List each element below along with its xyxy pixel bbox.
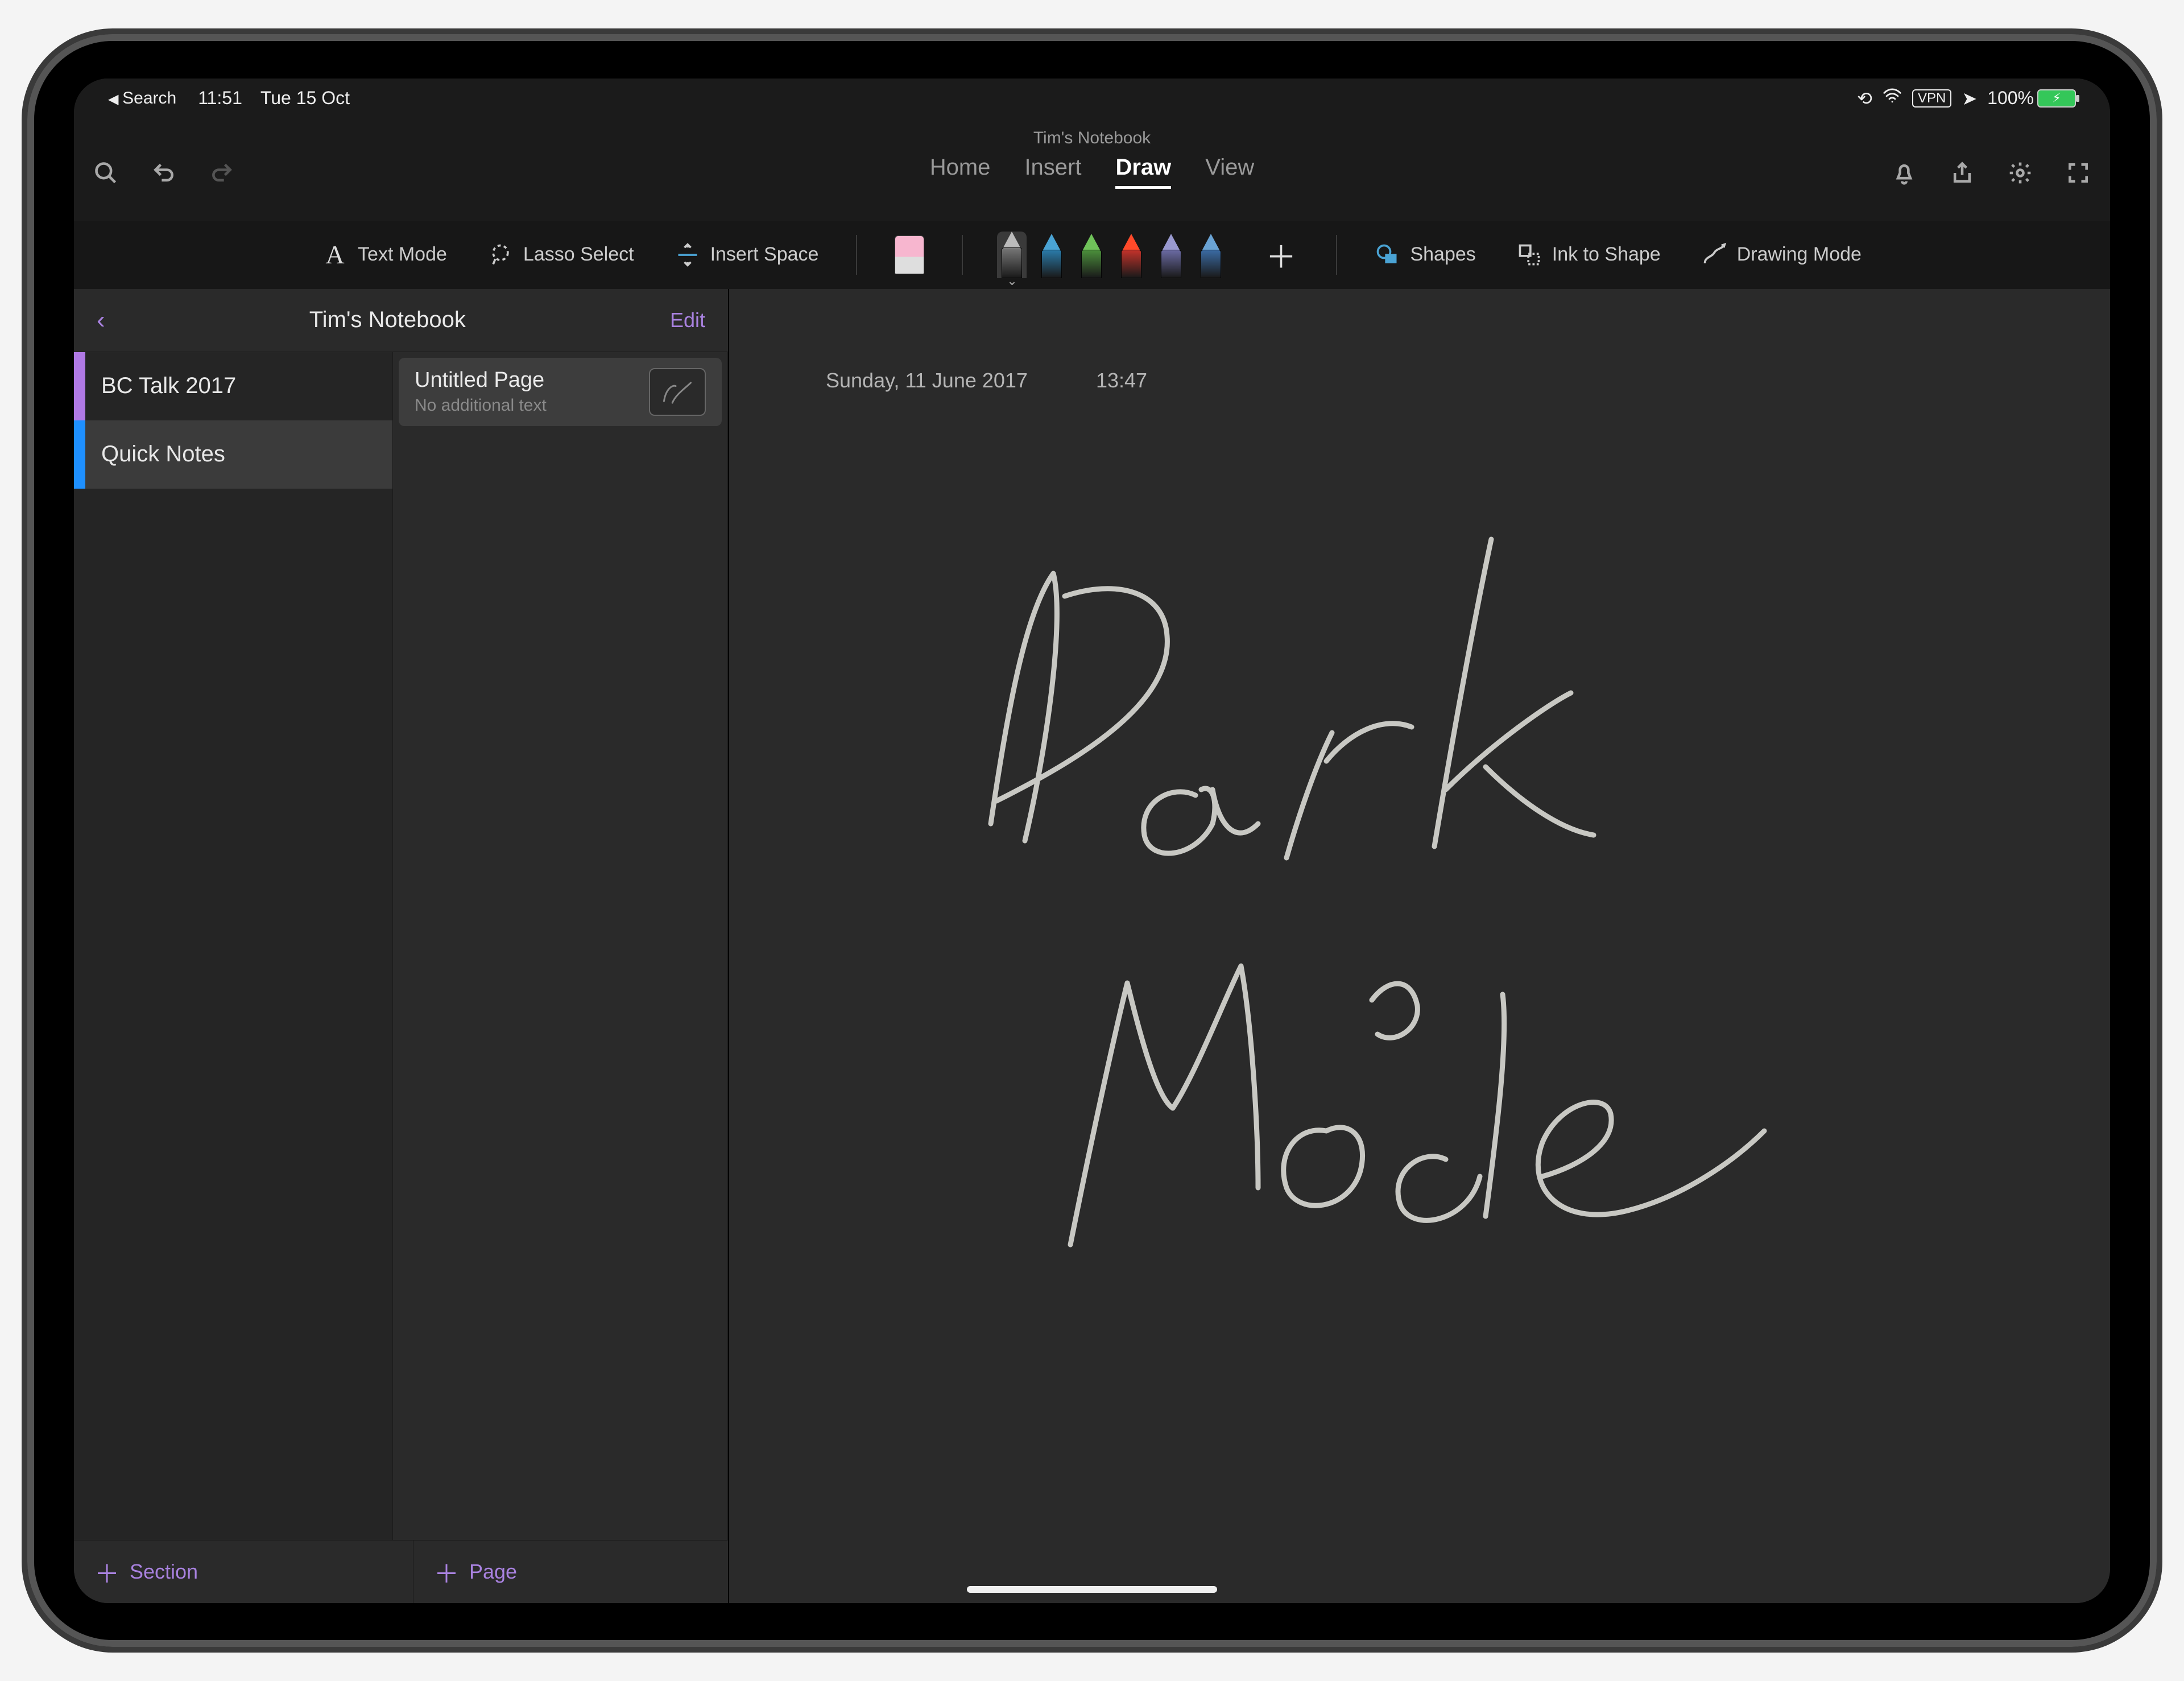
app-header: Tim's Notebook bbox=[74, 118, 2110, 221]
canvas-date: Sunday, 11 June 2017 bbox=[826, 369, 1028, 393]
sidebar-header: ‹ Tim's Notebook Edit bbox=[74, 289, 728, 352]
plus-icon: ＋ bbox=[94, 1554, 119, 1590]
ipad-frame: Search 11:51 Tue 15 Oct ⟲ VPN ➤ 100% ⚡︎ bbox=[27, 34, 2157, 1647]
pen-5[interactable] bbox=[1156, 234, 1186, 278]
drawing-mode-label: Drawing Mode bbox=[1737, 243, 1862, 266]
canvas[interactable]: Sunday, 11 June 2017 13:47 bbox=[728, 289, 2110, 1603]
ink-to-shape-button[interactable]: Ink to Shape bbox=[1508, 237, 1670, 273]
home-indicator[interactable] bbox=[967, 1586, 1217, 1593]
section-item[interactable]: Quick Notes bbox=[74, 420, 392, 489]
ink-to-shape-icon bbox=[1517, 242, 1542, 267]
separator bbox=[962, 235, 963, 275]
insert-space-icon bbox=[675, 242, 700, 267]
pen-1[interactable]: ⌄ bbox=[997, 232, 1027, 278]
add-page-label: Page bbox=[469, 1560, 517, 1584]
text-mode-label: Text Mode bbox=[358, 243, 447, 266]
insert-space-label: Insert Space bbox=[710, 243, 819, 266]
lasso-label: Lasso Select bbox=[523, 243, 634, 266]
tab-home[interactable]: Home bbox=[930, 155, 991, 189]
canvas-time: 13:47 bbox=[1096, 369, 1147, 393]
wifi-icon bbox=[1883, 86, 1902, 110]
status-left: Search 11:51 Tue 15 Oct bbox=[108, 88, 350, 109]
pen-4[interactable] bbox=[1116, 234, 1146, 278]
separator bbox=[1336, 235, 1337, 275]
status-right: ⟲ VPN ➤ 100% ⚡︎ bbox=[1857, 86, 2076, 110]
draw-ribbon: A Text Mode Lasso Select Insert Space bbox=[74, 221, 2110, 290]
add-section-label: Section bbox=[130, 1560, 198, 1584]
notebook-title[interactable]: Tim's Notebook bbox=[105, 307, 670, 333]
drawing-mode-button[interactable]: Drawing Mode bbox=[1693, 237, 1871, 273]
section-color-stripe bbox=[74, 352, 85, 420]
pages-list: Untitled Page No additional text bbox=[393, 352, 728, 1540]
orientation-lock-icon: ⟲ bbox=[1857, 88, 1872, 109]
ribbon-tabs: Home Insert Draw View bbox=[74, 155, 2110, 189]
document-title[interactable]: Tim's Notebook bbox=[74, 129, 2110, 148]
text-mode-button[interactable]: A Text Mode bbox=[313, 237, 456, 273]
text-icon: A bbox=[322, 242, 348, 267]
edit-button[interactable]: Edit bbox=[670, 308, 705, 332]
tab-insert[interactable]: Insert bbox=[1024, 155, 1081, 189]
page-item[interactable]: Untitled Page No additional text bbox=[399, 358, 722, 426]
status-bar: Search 11:51 Tue 15 Oct ⟲ VPN ➤ 100% ⚡︎ bbox=[74, 79, 2110, 118]
shapes-icon bbox=[1375, 242, 1400, 267]
sections-list: BC Talk 2017 Quick Notes bbox=[74, 352, 393, 1540]
lasso-button[interactable]: Lasso Select bbox=[479, 237, 643, 273]
plus-icon: ＋ bbox=[434, 1554, 459, 1590]
vpn-indicator: VPN bbox=[1912, 89, 1951, 108]
eraser-button[interactable] bbox=[886, 230, 933, 280]
screen: Search 11:51 Tue 15 Oct ⟲ VPN ➤ 100% ⚡︎ bbox=[74, 79, 2110, 1603]
ink-to-shape-label: Ink to Shape bbox=[1552, 243, 1661, 266]
pen-3[interactable] bbox=[1077, 234, 1106, 278]
add-pen-button[interactable]: ＋ bbox=[1254, 232, 1308, 277]
shapes-label: Shapes bbox=[1410, 243, 1475, 266]
handwriting-dark-mode bbox=[877, 505, 1787, 1302]
page-title: Untitled Page bbox=[415, 368, 638, 393]
drawing-mode-icon bbox=[1702, 242, 1727, 267]
sidebar-footer: ＋ Section ＋ Page bbox=[74, 1540, 728, 1603]
navigation-sidebar: ‹ Tim's Notebook Edit BC Talk 2017 Quick… bbox=[74, 289, 728, 1603]
location-icon: ➤ bbox=[1962, 88, 1977, 109]
eraser-icon bbox=[895, 236, 924, 274]
pen-tray: ⌄ bbox=[991, 232, 1231, 278]
shapes-button[interactable]: Shapes bbox=[1366, 237, 1484, 273]
section-item[interactable]: BC Talk 2017 bbox=[74, 352, 392, 420]
section-color-stripe bbox=[74, 420, 85, 489]
status-date: Tue 15 Oct bbox=[260, 88, 350, 109]
tab-view[interactable]: View bbox=[1205, 155, 1254, 189]
battery-indicator: 100% ⚡︎ bbox=[1987, 88, 2076, 109]
tab-draw[interactable]: Draw bbox=[1115, 155, 1171, 189]
sidebar-body: BC Talk 2017 Quick Notes Untitled Page N… bbox=[74, 352, 728, 1540]
section-label: Quick Notes bbox=[85, 441, 225, 467]
battery-text: 100% bbox=[1987, 88, 2034, 109]
insert-space-button[interactable]: Insert Space bbox=[666, 237, 828, 273]
canvas-meta: Sunday, 11 June 2017 13:47 bbox=[826, 369, 1147, 393]
back-to-app[interactable]: Search bbox=[108, 89, 176, 108]
add-page-button[interactable]: ＋ Page bbox=[413, 1540, 728, 1603]
page-subtitle: No additional text bbox=[415, 396, 638, 415]
page-thumbnail bbox=[649, 368, 706, 416]
section-label: BC Talk 2017 bbox=[85, 373, 236, 399]
pen-2[interactable] bbox=[1037, 234, 1066, 278]
battery-icon: ⚡︎ bbox=[2037, 89, 2076, 108]
separator bbox=[856, 235, 857, 275]
lasso-icon bbox=[488, 242, 513, 267]
add-section-button[interactable]: ＋ Section bbox=[74, 1540, 413, 1603]
status-time: 11:51 bbox=[198, 88, 242, 109]
back-button[interactable]: ‹ bbox=[97, 306, 105, 334]
chevron-down-icon[interactable]: ⌄ bbox=[1007, 274, 1017, 288]
pen-6[interactable] bbox=[1196, 234, 1226, 278]
